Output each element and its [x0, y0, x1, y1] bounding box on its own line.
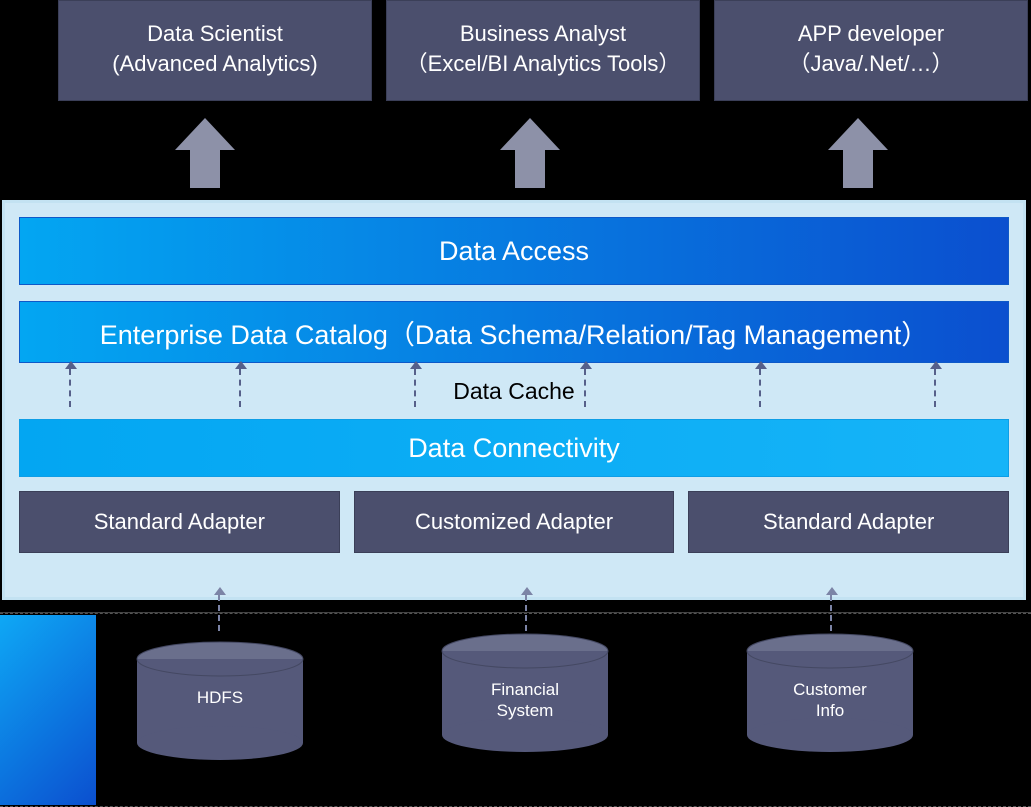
- arrow-up-icon: [934, 369, 936, 407]
- consumer-row: Data Scientist (Advanced Analytics) Busi…: [58, 0, 1028, 101]
- layer-label: Enterprise Data Catalog（Data Schema/Rela…: [100, 313, 928, 352]
- adapter-standard-2: Standard Adapter: [688, 491, 1009, 553]
- arrow-up-icon: [525, 595, 527, 631]
- arrow-up-icon: [830, 595, 832, 631]
- sources-strip: HDFS Financial System Customer Info: [0, 612, 1031, 807]
- adapter-row: Standard Adapter Customized Adapter Stan…: [19, 491, 1009, 553]
- adapter-customized: Customized Adapter: [354, 491, 675, 553]
- adapter-label: Standard Adapter: [763, 509, 934, 535]
- arrow-up-icon: [218, 595, 220, 631]
- arrow-up-icon: [584, 369, 586, 407]
- adapter-label: Customized Adapter: [415, 509, 613, 535]
- layer-data-catalog: Enterprise Data Catalog（Data Schema/Rela…: [19, 301, 1009, 363]
- layer-data-access: Data Access: [19, 217, 1009, 285]
- source-customer-info: Customer Info: [745, 633, 915, 753]
- consumer-app-developer: APP developer （Java/.Net/…）: [714, 0, 1028, 101]
- consumer-business-analyst: Business Analyst （Excel/BI Analytics Too…: [386, 0, 700, 101]
- layer-label: Data Connectivity: [408, 433, 620, 464]
- layer-label: Data Access: [439, 236, 589, 267]
- consumer-title: Business Analyst: [395, 19, 691, 49]
- consumer-data-scientist: Data Scientist (Advanced Analytics): [58, 0, 372, 101]
- source-label: Financial System: [440, 679, 610, 722]
- arrow-up-icon: [414, 369, 416, 407]
- source-financial-system: Financial System: [440, 633, 610, 753]
- accent-block: [0, 615, 96, 805]
- arrow-up-icon: [239, 369, 241, 407]
- source-label: HDFS: [135, 687, 305, 708]
- arrow-up-icon: [759, 369, 761, 407]
- layer-data-cache: Data Cache: [19, 363, 1009, 419]
- adapter-standard-1: Standard Adapter: [19, 491, 340, 553]
- layer-label: Data Cache: [453, 378, 574, 405]
- source-hdfs: HDFS: [135, 641, 305, 761]
- consumer-sub: （Java/.Net/…）: [723, 49, 1019, 79]
- source-label: Customer Info: [745, 679, 915, 722]
- platform-container: Data Access Enterprise Data Catalog（Data…: [2, 200, 1026, 600]
- arrow-up-icon: [175, 118, 235, 188]
- consumer-sub: （Excel/BI Analytics Tools）: [395, 49, 691, 79]
- arrow-up-icon: [69, 369, 71, 407]
- consumer-sub: (Advanced Analytics): [67, 49, 363, 79]
- consumer-title: Data Scientist: [67, 19, 363, 49]
- adapter-label: Standard Adapter: [94, 509, 265, 535]
- arrow-up-icon: [828, 118, 888, 188]
- consumer-title: APP developer: [723, 19, 1019, 49]
- arrow-up-icon: [500, 118, 560, 188]
- layer-data-connectivity: Data Connectivity: [19, 419, 1009, 477]
